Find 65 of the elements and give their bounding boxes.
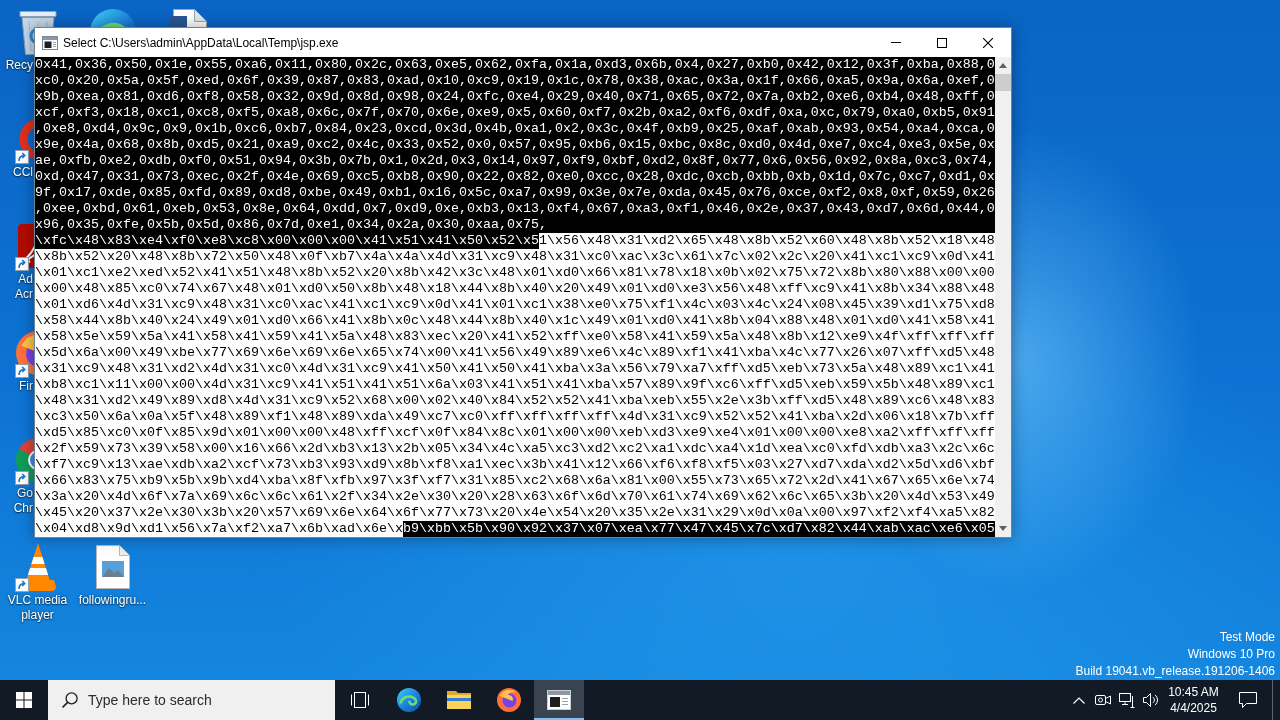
caret-down-icon[interactable] <box>999 526 1007 531</box>
windows-logo-icon <box>16 692 32 708</box>
desktop-icon-label[interactable]: VLC media player <box>7 593 68 623</box>
speaker-icon[interactable] <box>1143 692 1159 708</box>
selected-text: xc0,0x20,0x5a,0x5f,0xed,0x6f,0x39,0x87,0x83,0xad,0x10,0xc9,0x19,0x1c,0x78,0x38,0xac,0x3a,0x1f,0x66,0xa5,0x9a,0x6a,0xef,0 <box>35 73 995 89</box>
console-text: \x00\x48\x85\xc0\x74\x67\x48\x01\xd0\x50\x8b\x48\x18\x44\x8b\x40\x20\x49\x01\xd0\xe3\x56\x48\xff\xc9\x41\x8b\x34\x88\x48 <box>35 281 995 297</box>
selected-text: x9b,0xea,0x81,0xd6,0xf8,0x58,0x32,0x9d,0x8d,0x98,0x24,0xfc,0xe4,0x29,0x40,0x71,0x65,0x72,0x7a,0xb2,0xe6,0xb4,0x48,0xff,0 <box>35 89 995 105</box>
browser-icon <box>497 688 521 712</box>
selected-text: x96,0x35,0xfe,0x5b,0x5d,0x86,0x7d,0xe1,0x34,0x2a,0x30,0xaa,0x75, <box>35 217 995 233</box>
console-text: \x04\xd8\x9d\xd1\x56\x7a\xf2\xa7\x6b\xad\x6e\x <box>35 521 403 537</box>
browser-icon <box>397 688 421 712</box>
document-icon[interactable] <box>168 9 207 27</box>
minimize-icon <box>891 42 901 43</box>
desktop-info-text: Windows 10 Pro <box>1186 646 1275 663</box>
console-text: \x58\x5e\x59\x5a\x41\x58\x41\x59\x41\x5a\x48\x83\xec\x20\x41\x52\xff\xe0\x58\x41\x59\x5a\x48\x8b\x12\xe9\x4f\xff\xff\xff <box>35 329 995 345</box>
console-text: \x58\x44\x8b\x40\x24\x49\x01\xd0\x66\x41\x8b\x0c\x48\x44\x8b\x40\x1c\x49\x01\xd0\x41\x8b\x04\x88\x48\x01\xd0\x41\x58\x41 <box>35 313 995 329</box>
maximize-icon <box>937 37 947 48</box>
taskbar-app-button[interactable] <box>534 680 584 720</box>
console-text: \x01\xd6\x4d\x31\xc9\x48\x31\xc0\xac\x41\xc1\xc9\x0d\x41\x01\xc1\x38\xe0\x75\xf1\x4c\x03\x4c\x24\x08\x45\x39\xd1\x75\xd8 <box>35 297 995 313</box>
console-text: \x45\x20\x37\x2e\x30\x3b\x20\x57\x69\x6e\x64\x6f\x77\x73\x20\x4e\x54\x20\x35\x2e\x31\x29\x0d\x0a\x00\x97\xf2\xf4\xa5\x82 <box>35 505 995 521</box>
console-text: \x3a\x20\x4d\x6f\x7a\x69\x6c\x6c\x61\x2f\x34\x2e\x30\x20\x28\x63\x6f\x6d\x70\x61\x74\x69\x62\x6c\x65\x3b\x20\x4d\x53\x49 <box>35 489 995 505</box>
selected-text: x9e,0x4a,0x68,0x8b,0xd5,0x21,0xa9,0xc2,0x4c,0x33,0x52,0x0,0x57,0x95,0xb6,0x15,0xbc,0x8c,0xd0,0x4d,0xe7,0xc4,0xe3,0x5e,0x <box>35 137 995 153</box>
chevron-up-icon[interactable] <box>1073 696 1085 704</box>
network-icon[interactable] <box>1119 692 1135 708</box>
selected-text: ,0xe8,0xd4,0x9c,0x9,0x1b,0xc6,0xb7,0x84,0x23,0xcd,0x3d,0x4b,0xa1,0x2,0x3c,0x4f,0xb9,0x25,0xaf,0xab,0x93,0x54,0xa4,0xca,0 <box>35 121 995 137</box>
console-text: \xd5\x85\xc0\x0f\x85\x9d\x01\x00\x00\x48\xff\xcf\x0f\x84\x8c\x01\x00\x00\xeb\xd3\xe9\xe4\x01\x00\x00\xe8\xa2\xff\xff\xff <box>35 425 995 441</box>
console-text: \x48\x31\xd2\x49\x89\xd8\x4d\x31\xc9\x52\x68\x00\x02\x40\x84\x52\x52\x41\xba\xeb\x55\x2e\x3b\xff\xd5\x48\x89\xc6\x48\x83 <box>35 393 995 409</box>
console-text: \x8b\x52\x20\x48\x8b\x72\x50\x48\x0f\xb7\x4a\x4a\x4d\x31\xc9\x48\x31\xc0\xac\x3c\x61\x7c\x02\x2c\x20\x41\xc1\xc9\x0d\x41 <box>35 249 995 265</box>
desktop-icon-label[interactable]: Fir <box>19 379 33 394</box>
console-text: \x2f\x59\x73\x39\x58\x00\x16\x66\x2d\xb3\x13\x2b\x05\x34\x4c\xa5\xc3\xd2\xc2\xa1\xdc\xa4\x1d\xea\xc0\xfd\xdb\xa3\x2c\x6c <box>35 441 995 457</box>
camera-icon[interactable] <box>1095 693 1111 707</box>
search-icon <box>62 692 78 708</box>
clock-button[interactable]: 10:45 AM 4/4/2025 <box>1163 680 1224 720</box>
desktop-icon-label[interactable]: Ad Acr <box>15 272 33 302</box>
console-window-icon <box>547 690 571 710</box>
console-text: \x5d\x6a\x00\x49\xbe\x77\x69\x6e\x69\x6e\x65\x74\x00\x41\x56\x49\x89\xe6\x4c\x89\xf1\x41\xba\x4c\x77\x26\x07\xff\xd5\x48 <box>35 345 995 361</box>
desktop-info-text: Test Mode <box>1218 629 1275 646</box>
desktop-icon-label[interactable]: CCl <box>13 165 33 180</box>
image-file-icon[interactable] <box>95 545 130 589</box>
desktop-icon-label[interactable]: Recy <box>5 58 33 73</box>
desktop-icon-label[interactable]: Go Chr <box>13 486 33 516</box>
close-icon <box>983 37 993 48</box>
caret-up-icon[interactable] <box>999 63 1007 68</box>
scroll-thumb[interactable] <box>995 74 1011 91</box>
folder-icon <box>447 690 471 710</box>
selected-text: xcf,0xf3,0x18,0xc1,0xc8,0xf5,0xa8,0x6c,0x7f,0x70,0x6e,0xe9,0x5,0x60,0xf7,0x2b,0xa2,0xf6,0xdf,0xa,0xc,0x79,0xa0,0xb5,0x91 <box>35 105 995 121</box>
notification-icon[interactable] <box>1239 692 1257 708</box>
selected-text: ,0xee,0xbd,0x61,0xeb,0x53,0x8e,0x64,0xdd,0x7,0xd9,0xe,0xb3,0x13,0xf4,0x67,0xa3,0xf1,0x46,0x2e,0x37,0x43,0xd7,0x6d,0x44,0 <box>35 201 995 217</box>
console-text: \xc3\x50\x6a\x0a\x5f\x48\x89\xf1\x48\x89\xda\x49\xc7\xc0\xff\xff\xff\xff\x4d\x31\xc9\x52\x52\x41\xba\x2d\x06\x18\x7b\xff <box>35 409 995 425</box>
selected-text: \xfc\x48\x83\xe4\xf0\xe8\xc8\x00\x00\x00\x41\x51\x41\x50\x52\x5 <box>35 233 539 249</box>
selected-text: ae,0xfb,0xe2,0xdb,0xf0,0x51,0x94,0x3b,0x7b,0x1,0x2d,0x3,0x14,0x97,0xf9,0xbf,0xd2,0x8f,0x77,0x6,0x56,0x92,0x8a,0xc3,0x74, <box>35 153 995 169</box>
console-text: \x66\x83\x75\xb9\x5b\x9b\xd4\xba\x8f\xfb\x97\x3f\xf7\x31\x85\xc2\x68\x6a\x81\x00\x55\x73\x65\x72\x2d\x41\x67\x65\x6e\x74 <box>35 473 995 489</box>
console-text: \x31\xc9\x48\x31\xd2\x4d\x31\xc0\x4d\x31\xc9\x41\x50\x41\x50\x41\xba\x3a\x56\x79\xa7\xff\xd5\xeb\x73\x5a\x48\x89\xc1\x41 <box>35 361 995 377</box>
console-window-icon <box>42 35 58 50</box>
task-view-icon <box>350 692 369 708</box>
console-text: \x01\xc1\xe2\xed\x52\x41\x51\x48\x8b\x52\x20\x8b\x42\x3c\x48\x01\xd0\x66\x81\x78\x18\x0b\x02\x75\x72\x8b\x80\x88\x00\x00 <box>35 265 995 281</box>
window-title: Select C:\Users\admin\AppData\Local\Temp\jsp.exe <box>63 34 339 52</box>
desktop-info-text: Build 19041.vb_release.191206-1406 <box>1075 663 1275 680</box>
desktop-icon-label[interactable]: followingru... <box>78 593 147 608</box>
selected-text: 9f,0x17,0xde,0x85,0xfd,0x89,0xd8,0xbe,0x49,0xb1,0x16,0x5c,0xa7,0x99,0x3e,0x7e,0xda,0x45,0x76,0xce,0xf2,0x8,0xf,0x59,0x26 <box>35 185 995 201</box>
selected-text: 0xd,0x47,0x31,0x73,0xec,0x2f,0x4e,0x69,0xc5,0xb8,0x90,0x22,0x82,0xe0,0xcc,0x28,0xdc,0xcb,0xbb,0xb,0x1d,0x7c,0xc7,0xd1,0x <box>35 169 995 185</box>
console-text: \xb8\xc1\x11\x00\x00\x4d\x31\xc9\x41\x51\x41\x51\x6a\x03\x41\x51\x41\xba\x57\x89\x9f\xc6\xff\xd5\xeb\x59\x5b\x48\x89\xc1 <box>35 377 995 393</box>
selected-text: b9\xbb\x5b\x90\x92\x37\x07\xea\x77\x47\x45\x7c\xd7\x82\x44\xab\xac\xe6\x05 <box>402 521 995 537</box>
scrollbar[interactable] <box>995 57 1011 537</box>
selected-text: 0x41,0x36,0x50,0x1e,0x55,0xa6,0x11,0x80,0x2c,0x63,0xe5,0x62,0xfa,0x1a,0xd3,0x6b,0x4,0x27,0xb0,0x42,0x12,0x3f,0xba,0x88,0 <box>35 57 995 73</box>
